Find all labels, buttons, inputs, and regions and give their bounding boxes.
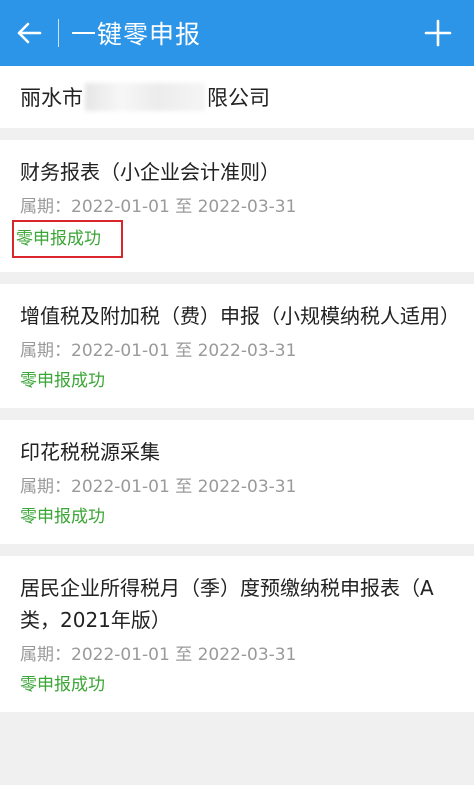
- filing-item[interactable]: 印花税税源采集 属期：2022-01-01 至 2022-03-31 零申报成功: [0, 420, 474, 544]
- plus-icon: [424, 19, 452, 47]
- status-wrap: 零申报成功: [20, 672, 105, 698]
- app-header: 一键零申报: [0, 0, 474, 66]
- filing-item-period: 属期：2022-01-01 至 2022-03-31: [20, 477, 297, 497]
- company-name: 丽水市 限公司: [0, 66, 474, 128]
- status-wrap: 零申报成功: [20, 504, 105, 530]
- filing-item[interactable]: 增值税及附加税（费）申报（小规模纳税人适用） 属期：2022-01-01 至 2…: [0, 284, 474, 408]
- arrow-left-icon: [17, 22, 42, 44]
- filing-item-name: 增值税及附加税（费）申报（小规模纳税人适用）: [20, 304, 460, 328]
- page-title: 一键零申报: [71, 20, 202, 49]
- filing-item-status: 零申报成功: [20, 371, 105, 391]
- status-wrap: 零申报成功: [20, 368, 105, 394]
- filing-item-status: 零申报成功: [16, 229, 101, 249]
- filing-item[interactable]: 居民企业所得税月（季）度预缴纳税申报表（A类，2021年版） 属期：2022-0…: [0, 556, 474, 712]
- company-name-end: 限公司: [207, 86, 270, 110]
- filing-item-period: 属期：2022-01-01 至 2022-03-31: [20, 197, 297, 217]
- redacted-blur: [85, 83, 205, 111]
- filing-item-period: 属期：2022-01-01 至 2022-03-31: [20, 645, 297, 665]
- filing-item-status: 零申报成功: [20, 675, 105, 695]
- filing-item-name: 居民企业所得税月（季）度预缴纳税申报表（A类，2021年版）: [20, 576, 434, 632]
- back-button[interactable]: [4, 0, 54, 66]
- filing-item-name: 印花税税源采集: [20, 440, 160, 464]
- header-divider: [58, 19, 59, 47]
- filing-item[interactable]: 财务报表（小企业会计准则） 属期：2022-01-01 至 2022-03-31…: [0, 140, 474, 272]
- filing-item-period: 属期：2022-01-01 至 2022-03-31: [20, 341, 297, 361]
- status-highlight-box: 零申报成功: [12, 220, 123, 258]
- filing-item-name: 财务报表（小企业会计准则）: [20, 160, 280, 184]
- company-name-start: 丽水市: [20, 86, 83, 110]
- filing-item-status: 零申报成功: [20, 507, 105, 527]
- add-button[interactable]: [418, 0, 458, 66]
